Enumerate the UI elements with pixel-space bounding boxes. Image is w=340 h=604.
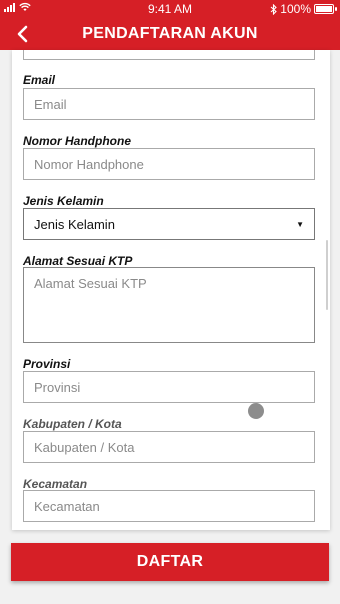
email-field[interactable]: [23, 88, 315, 120]
status-bar: 9:41 AM 100%: [0, 0, 340, 16]
address-label: Alamat Sesuai KTP: [23, 254, 133, 268]
province-label: Provinsi: [23, 357, 71, 371]
app-header: 9:41 AM 100% PENDAFTARAN AKUN: [0, 0, 340, 50]
battery-percent: 100%: [280, 2, 311, 16]
gender-select[interactable]: Jenis Kelamin ▼: [23, 208, 315, 240]
registration-form-card: Email Nomor Handphone Jenis Kelamin Jeni…: [12, 50, 330, 530]
address-textarea[interactable]: [23, 267, 315, 343]
status-right: 100%: [270, 2, 337, 16]
regency-field[interactable]: [23, 431, 315, 463]
district-label: Kecamatan: [23, 477, 88, 491]
scrollbar[interactable]: [326, 50, 328, 530]
gender-select-value: Jenis Kelamin: [34, 216, 115, 232]
phone-label: Nomor Handphone: [23, 134, 131, 148]
district-field[interactable]: [23, 490, 315, 522]
touch-indicator: [248, 403, 264, 419]
submit-button[interactable]: DAFTAR: [11, 543, 329, 581]
page-title: PENDAFTARAN AKUN: [82, 25, 258, 42]
regency-label: Kabupaten / Kota: [23, 417, 122, 431]
bluetooth-icon: [270, 3, 278, 15]
province-field[interactable]: [23, 371, 315, 403]
battery-icon: [314, 4, 337, 14]
scrollbar-thumb[interactable]: [326, 240, 328, 310]
gender-label: Jenis Kelamin: [23, 194, 104, 208]
previous-field-edge[interactable]: [23, 50, 315, 60]
email-label: Email: [23, 73, 56, 87]
caret-down-icon: ▼: [296, 219, 304, 229]
phone-field[interactable]: [23, 148, 315, 180]
navigation-bar: PENDAFTARAN AKUN: [0, 18, 340, 50]
